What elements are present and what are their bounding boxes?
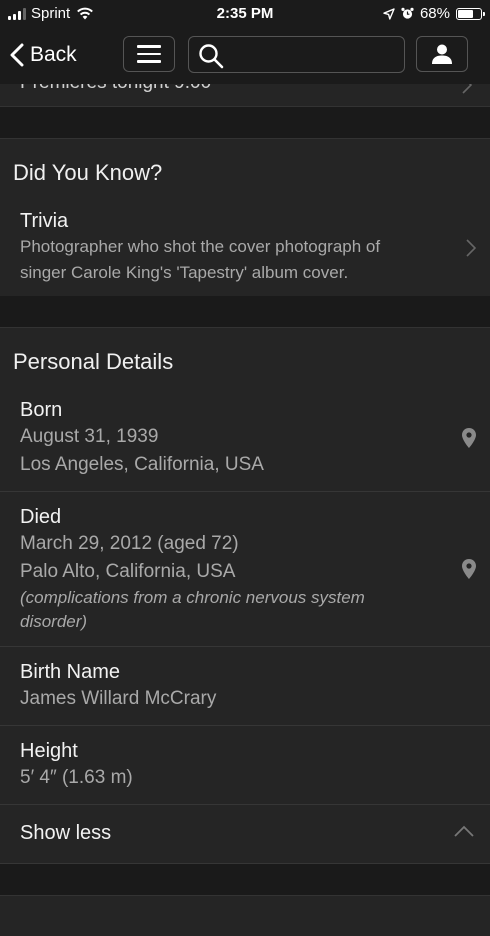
- show-less-button[interactable]: Show less: [0, 804, 490, 864]
- section-divider: [0, 107, 490, 139]
- trivia-row[interactable]: Trivia Photographer who shot the cover p…: [0, 200, 490, 296]
- menu-button[interactable]: [123, 36, 175, 72]
- search-input[interactable]: [229, 41, 401, 69]
- height-value: 5′ 4″ (1.63 m): [20, 767, 133, 788]
- birth-name-row[interactable]: Birth Name James Willard McCrary: [0, 647, 490, 726]
- chevron-right-icon: [462, 84, 472, 94]
- death-cause-note: (complications from a chronic nervous sy…: [20, 588, 365, 631]
- battery-icon: [456, 7, 485, 20]
- personal-details-section: Personal Details Born August 31, 1939 Lo…: [0, 328, 490, 804]
- trivia-text: Photographer who shot the cover photogra…: [20, 237, 381, 282]
- section-title-did-you-know: Did You Know?: [13, 160, 163, 185]
- chevron-right-icon: [466, 239, 476, 257]
- navigation-bar: Back: [0, 28, 490, 84]
- back-button[interactable]: Back: [10, 38, 77, 72]
- birth-name-label: Birth Name: [20, 661, 121, 683]
- location-pin-icon[interactable]: [462, 559, 476, 579]
- status-bar: Sprint 2:35 PM 68%: [0, 0, 490, 28]
- hamburger-menu-icon: [137, 45, 161, 48]
- born-place: Los Angeles, California, USA: [20, 454, 264, 475]
- peek-row-text: Premieres tonight 9:00: [20, 84, 211, 94]
- did-you-know-section: Did You Know? Trivia Photographer who sh…: [0, 139, 490, 296]
- chevron-up-icon: [454, 825, 474, 837]
- show-less-label: Show less: [20, 822, 112, 844]
- height-label: Height: [20, 740, 78, 762]
- search-icon: [199, 44, 224, 69]
- back-label: Back: [30, 43, 77, 66]
- born-date: August 31, 1939: [20, 426, 159, 447]
- battery-fill: [458, 9, 473, 18]
- account-button[interactable]: [416, 36, 468, 72]
- location-arrow-icon: [383, 7, 395, 20]
- battery-percent: 68%: [419, 5, 450, 22]
- height-row[interactable]: Height 5′ 4″ (1.63 m): [0, 726, 490, 804]
- scroll-content[interactable]: Premieres tonight 9:00 Did You Know? Tri…: [0, 84, 490, 936]
- alarm-clock-icon: [401, 7, 414, 19]
- section-title-personal-details: Personal Details: [13, 349, 174, 374]
- user-icon: [432, 44, 452, 64]
- chevron-left-icon: [10, 43, 24, 67]
- list-item[interactable]: Premieres tonight 9:00: [0, 84, 490, 107]
- birth-name-value: James Willard McCrary: [20, 688, 217, 709]
- section-divider: [0, 296, 490, 328]
- trivia-label: Trivia: [20, 210, 69, 232]
- born-label: Born: [20, 399, 63, 421]
- location-pin-icon[interactable]: [462, 428, 476, 448]
- died-row[interactable]: Died March 29, 2012 (aged 72) Palo Alto,…: [0, 492, 490, 647]
- search-box[interactable]: [188, 36, 405, 73]
- died-label: Died: [20, 506, 62, 528]
- section-divider: [0, 864, 490, 896]
- status-right: 68%: [383, 5, 485, 22]
- next-section: [0, 896, 490, 936]
- died-place: Palo Alto, California, USA: [20, 561, 236, 582]
- born-row[interactable]: Born August 31, 1939 Los Angeles, Califo…: [0, 385, 490, 492]
- died-date: March 29, 2012 (aged 72): [20, 533, 239, 554]
